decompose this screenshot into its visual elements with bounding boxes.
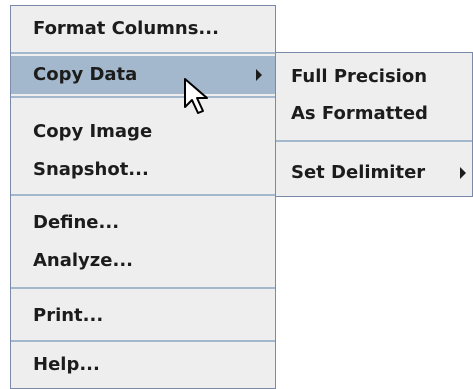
menu-item-label: Copy Data: [33, 64, 138, 85]
menu-item-label: Define...: [33, 212, 120, 233]
menu-item-label: Copy Image: [33, 121, 153, 142]
menu-item-snapshot[interactable]: Snapshot...: [11, 151, 275, 189]
submenu-arrow-icon: [460, 167, 466, 179]
menu-separator: [11, 52, 275, 54]
menu-item-label: Analyze...: [33, 250, 133, 271]
menu-item-label: Snapshot...: [33, 159, 149, 180]
menu-item-copy-image[interactable]: Copy Image: [11, 113, 275, 151]
menu-item-label: Format Columns...: [33, 18, 219, 39]
menu-separator: [11, 287, 275, 289]
menu-item-copy-data[interactable]: Copy Data: [11, 56, 275, 94]
menu-item-format-columns[interactable]: Format Columns...: [11, 10, 275, 48]
menu-separator: [276, 140, 472, 142]
menu-item-label: Help...: [33, 354, 100, 375]
context-menu: Format Columns... Copy Data Copy Image S…: [10, 5, 276, 389]
menu-separator: [11, 340, 275, 342]
menu-item-help[interactable]: Help...: [11, 346, 275, 384]
menu-item-analyze[interactable]: Analyze...: [11, 242, 275, 280]
menu-item-print[interactable]: Print...: [11, 297, 275, 335]
submenu-item-full-precision[interactable]: Full Precision: [276, 58, 472, 96]
menu-item-label: As Formatted: [291, 103, 428, 124]
menu-item-label: Set Delimiter: [291, 162, 426, 183]
copy-data-submenu: Full Precision As Formatted Set Delimite…: [275, 52, 473, 197]
submenu-arrow-icon: [256, 69, 262, 81]
submenu-item-as-formatted[interactable]: As Formatted: [276, 95, 472, 133]
menu-item-label: Full Precision: [291, 66, 428, 87]
menu-separator: [11, 194, 275, 196]
submenu-item-set-delimiter[interactable]: Set Delimiter: [276, 154, 472, 192]
mouse-pointer-icon: [184, 78, 208, 114]
menu-item-define[interactable]: Define...: [11, 204, 275, 242]
menu-item-label: Print...: [33, 305, 104, 326]
menu-separator: [11, 96, 275, 98]
